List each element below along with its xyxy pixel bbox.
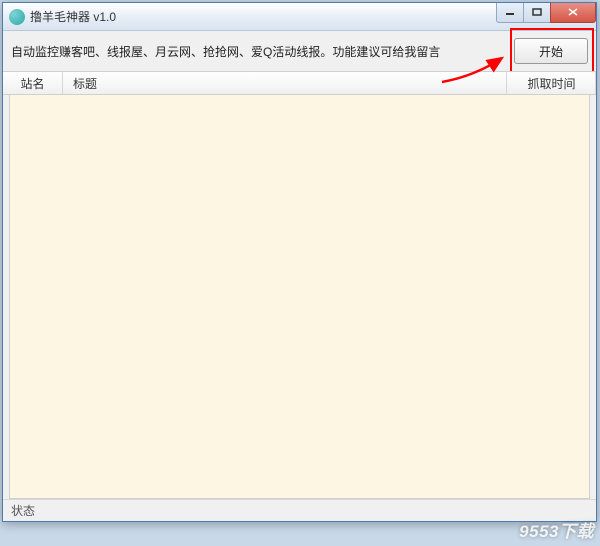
toolbar-description: 自动监控赚客吧、线报屋、月云网、抢抢网、爱Q活动线报。功能建议可给我留言 [11, 43, 514, 60]
window-title: 撸羊毛神器 v1.0 [30, 8, 497, 25]
table-header: 站名 标题 抓取时间 [3, 71, 596, 95]
start-button-container: 开始 [514, 38, 588, 64]
minimize-button[interactable] [496, 3, 524, 23]
maximize-button[interactable] [523, 3, 551, 23]
statusbar: 状态 [3, 499, 596, 521]
status-text: 状态 [11, 502, 35, 519]
titlebar[interactable]: 撸羊毛神器 v1.0 [3, 3, 596, 31]
column-site[interactable]: 站名 [3, 72, 63, 94]
start-button[interactable]: 开始 [514, 38, 588, 64]
watermark: 9553下载 [519, 517, 594, 542]
app-icon [9, 9, 25, 25]
maximize-icon [532, 8, 542, 16]
app-window: 撸羊毛神器 v1.0 自动监控赚客吧、线报屋、月云网、抢抢网、爱Q活动线报。功能… [2, 2, 597, 522]
close-icon [568, 8, 578, 16]
window-controls [497, 3, 596, 23]
minimize-icon [505, 8, 515, 16]
column-time[interactable]: 抓取时间 [506, 72, 596, 94]
table-body[interactable] [9, 95, 590, 499]
toolbar: 自动监控赚客吧、线报屋、月云网、抢抢网、爱Q活动线报。功能建议可给我留言 开始 [3, 31, 596, 71]
close-button[interactable] [550, 3, 596, 23]
